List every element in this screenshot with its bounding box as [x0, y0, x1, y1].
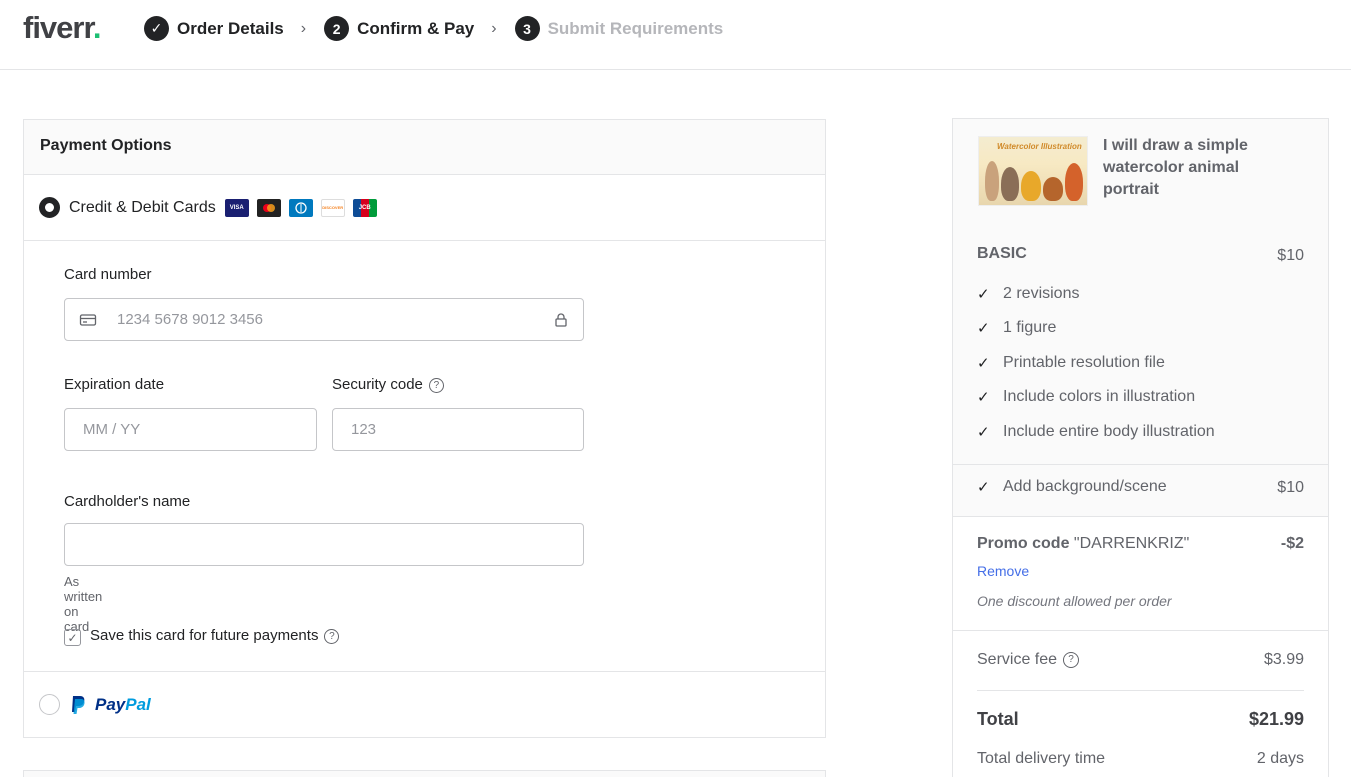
- security-code-text: Security code: [332, 376, 423, 393]
- order-summary: Watercolor Illustration I will draw a si…: [952, 118, 1329, 777]
- checkout-steps: ✓ Order Details › 2 Confirm & Pay › 3 Su…: [144, 16, 723, 41]
- step-label: Confirm & Pay: [357, 18, 475, 38]
- divider: [953, 516, 1328, 517]
- step-submit-requirements: 3 Submit Requirements: [514, 16, 724, 41]
- payment-options-card: Payment Options Credit & Debit Cards VIS…: [23, 119, 826, 738]
- feature-item: ✓ Include entire body illustration: [977, 423, 1215, 441]
- package-price: $10: [1277, 247, 1304, 264]
- feature-item: ✓ 2 revisions: [977, 285, 1080, 303]
- help-icon[interactable]: ?: [1063, 651, 1080, 668]
- next-section-card: [23, 770, 826, 777]
- top-header: fiverr. ✓ Order Details › 2 Confirm & Pa…: [0, 0, 1351, 70]
- security-code-placeholder: 123: [351, 421, 377, 438]
- feature-item: ✓ Printable resolution file: [977, 354, 1165, 372]
- animal-figure: [1065, 163, 1083, 201]
- divider: [953, 630, 1328, 631]
- card-brand-icons: VISA DISCOVER JCB: [224, 198, 377, 217]
- jcb-icon: JCB: [352, 198, 377, 217]
- step-number: 2: [324, 16, 350, 41]
- check-icon: ✓: [144, 16, 169, 41]
- credit-card-icon: [79, 313, 97, 327]
- animal-figure: [1021, 171, 1041, 201]
- check-icon: ✓: [977, 479, 990, 496]
- payment-options-title: Payment Options: [24, 120, 825, 175]
- summary-totals: [953, 516, 1328, 777]
- visa-icon: VISA: [224, 198, 249, 217]
- discover-icon: DISCOVER: [320, 198, 345, 217]
- feature-item: ✓ Include colors in illustration: [977, 388, 1196, 406]
- chevron-right-icon: ›: [300, 19, 307, 37]
- divider: [977, 690, 1304, 691]
- gig-title[interactable]: I will draw a simple watercolor animal p…: [1103, 135, 1283, 201]
- expiration-placeholder: MM / YY: [83, 421, 141, 438]
- paypal-icon: [70, 695, 86, 715]
- credit-card-option[interactable]: Credit & Debit Cards VISA DISCOVER JCB: [24, 175, 825, 241]
- check-icon: ✓: [977, 424, 990, 441]
- extra-item: ✓ Add background/scene: [977, 478, 1167, 496]
- save-card-text: Save this card for future payments: [90, 627, 319, 644]
- chevron-right-icon: ›: [491, 19, 497, 37]
- check-icon: ✓: [977, 389, 990, 406]
- promo-note: One discount allowed per order: [977, 593, 1172, 609]
- security-code-input[interactable]: 123: [332, 408, 584, 451]
- credit-card-label: Credit & Debit Cards: [69, 198, 216, 216]
- service-fee-label: Service fee?: [977, 651, 1080, 669]
- step-confirm-pay: 2 Confirm & Pay: [324, 16, 474, 41]
- save-card-label: Save this card for future payments?: [90, 627, 340, 644]
- step-order-details[interactable]: ✓ Order Details: [144, 16, 284, 41]
- cardholder-hint: As written on card: [64, 574, 103, 634]
- expiration-label: Expiration date: [64, 376, 165, 393]
- step-label: Order Details: [177, 18, 284, 38]
- help-icon[interactable]: ?: [324, 628, 340, 644]
- paypal-logo: PayPal: [95, 694, 151, 714]
- feature-item: ✓ 1 figure: [977, 319, 1057, 337]
- check-icon: ✓: [977, 286, 990, 303]
- check-icon: ✓: [977, 320, 990, 337]
- card-number-placeholder: 1234 5678 9012 3456: [117, 311, 263, 328]
- step-number: 3: [514, 16, 540, 41]
- promo-discount: -$2: [1280, 535, 1304, 552]
- card-number-input[interactable]: 1234 5678 9012 3456: [64, 298, 584, 341]
- animal-figure: [1043, 177, 1063, 201]
- fiverr-logo[interactable]: fiverr.: [23, 10, 101, 46]
- cardholder-name-input[interactable]: [64, 523, 584, 566]
- total-amount: $21.99: [1248, 709, 1304, 729]
- delivery-time: 2 days: [1256, 750, 1304, 767]
- step-label: Submit Requirements: [547, 18, 724, 38]
- remove-promo-link[interactable]: Remove: [977, 563, 1029, 579]
- mastercard-icon: [256, 198, 281, 217]
- package-name: BASIC: [977, 245, 1027, 262]
- cardholder-label: Cardholder's name: [64, 493, 191, 510]
- card-number-label: Card number: [64, 266, 152, 283]
- divider: [953, 464, 1328, 465]
- expiration-input[interactable]: MM / YY: [64, 408, 317, 451]
- promo-code-label: Promo code "DARRENKRIZ": [977, 535, 1190, 552]
- delivery-time-label: Total delivery time: [977, 750, 1106, 767]
- thumbnail-title: Watercolor Illustration: [997, 142, 1082, 151]
- lock-icon: [554, 312, 568, 328]
- animal-figure: [985, 161, 999, 201]
- check-icon: ✓: [977, 355, 990, 372]
- credit-card-radio[interactable]: [39, 197, 60, 218]
- animal-figure: [1001, 167, 1019, 201]
- security-code-label: Security code?: [332, 376, 444, 393]
- paypal-option[interactable]: PayPal: [24, 671, 825, 737]
- service-fee: $3.99: [1263, 651, 1304, 668]
- paypal-radio[interactable]: [39, 694, 60, 715]
- total-label: Total: [977, 709, 1019, 729]
- diners-club-icon: [288, 198, 313, 217]
- save-card-checkbox[interactable]: ✓: [64, 629, 81, 646]
- help-icon[interactable]: ?: [428, 377, 444, 393]
- extra-price: $10: [1277, 479, 1304, 496]
- gig-thumbnail[interactable]: Watercolor Illustration: [978, 136, 1088, 206]
